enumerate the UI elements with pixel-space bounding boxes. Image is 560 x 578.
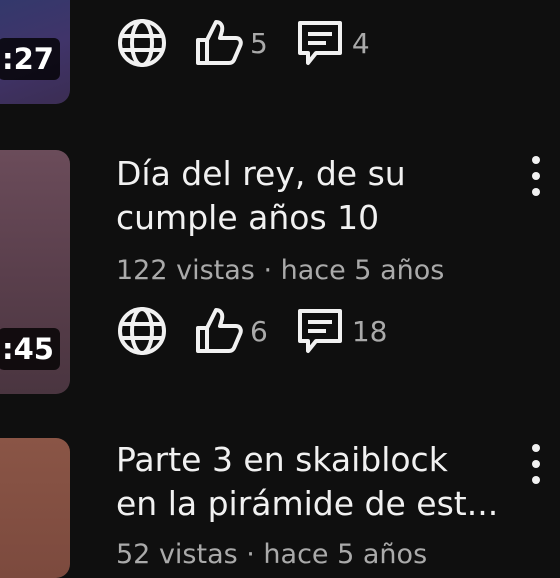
video-thumbnail[interactable] [0,438,70,578]
more-vert-icon[interactable] [528,444,544,484]
video-title[interactable]: Parte 3 en skaiblock en la pirámide de e… [116,438,516,526]
visibility-public[interactable] [116,17,168,69]
comment-icon [297,309,342,353]
like-count: 6 [250,314,268,348]
globe-icon [118,19,166,67]
video-title[interactable]: Día del rey, de su cumple años 10 [116,152,516,240]
video-actions: 6 18 [116,304,413,358]
visibility-public[interactable] [116,305,168,357]
comment-count: 4 [351,26,370,60]
video-actions: 5 4 [116,16,396,70]
thumbs-up-icon [196,308,243,353]
video-meta: 52 vistas · hace 5 años [116,539,428,570]
video-title-line: Parte 3 en skaiblock [116,440,448,479]
like-button[interactable]: 6 [194,306,268,356]
video-thumbnail[interactable]: :27 [0,0,70,104]
more-vert-icon[interactable] [528,156,544,196]
comment-count: 18 [351,314,388,348]
video-title-line: en la pirámide de est... [116,484,499,523]
duration-badge: :45 [0,328,60,370]
video-meta: 122 vistas · hace 5 años [116,255,445,286]
globe-icon [118,307,166,355]
like-button[interactable]: 5 [194,18,268,68]
duration-badge: :27 [0,38,60,80]
thumbs-up-icon [196,20,243,65]
comment-icon [297,21,342,65]
video-title-line: Día del rey, de su [116,154,406,193]
like-count: 5 [250,26,268,60]
comment-button[interactable]: 18 [294,305,388,357]
video-title-line: cumple años 10 [116,198,380,237]
video-thumbnail[interactable]: :45 [0,150,70,394]
comment-button[interactable]: 4 [294,17,370,69]
